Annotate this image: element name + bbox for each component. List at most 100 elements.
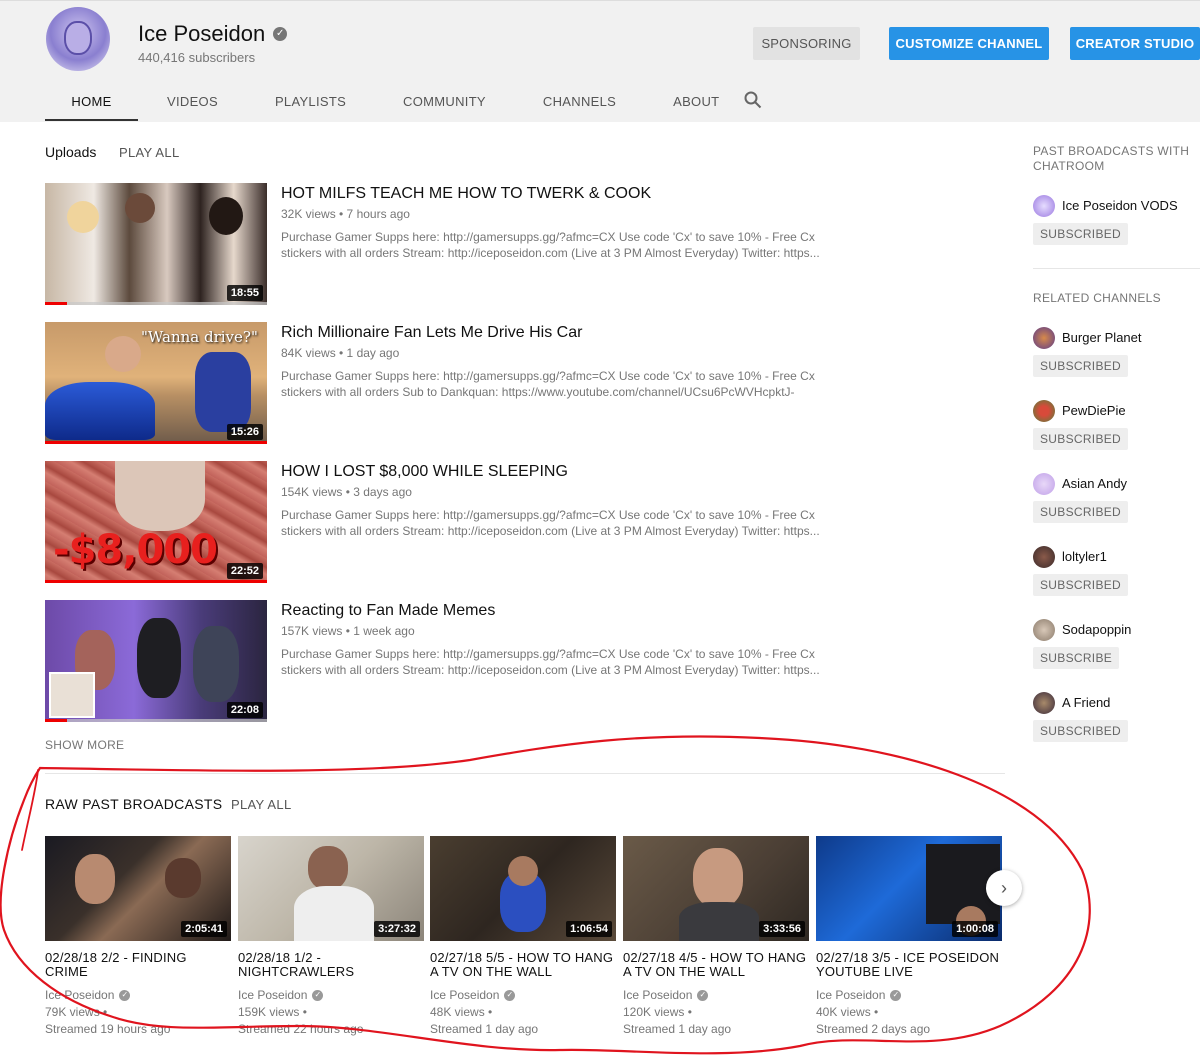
broadcast-thumbnail[interactable]: 2:05:41 [45, 836, 231, 941]
channel-link[interactable]: Ice Poseidon [238, 988, 307, 1002]
broadcast-channel[interactable]: Ice Poseidon ✓ [238, 988, 424, 1002]
video-title[interactable]: HOT MILFS TEACH ME HOW TO TWERK & COOK [281, 185, 651, 203]
broadcast-title[interactable]: 02/28/18 2/2 - FINDING CRIME [45, 951, 231, 979]
tab-videos[interactable]: VIDEOS [167, 83, 218, 121]
verified-icon: ✓ [273, 27, 288, 41]
subscriber-count: 440,416 subscribers [138, 50, 256, 65]
video-thumbnail[interactable]: 22:08 [45, 600, 267, 722]
video-duration: 22:08 [226, 702, 263, 718]
chevron-right-icon[interactable]: › [986, 870, 1022, 906]
broadcast-thumbnail[interactable]: 1:00:08 [816, 836, 1002, 941]
broadcast-channel[interactable]: Ice Poseidon ✓ [816, 988, 1002, 1002]
video-row[interactable]: -$8,000 22:52 HOW I LOST $8,000 WHILE SL… [45, 461, 825, 587]
video-duration: 15:26 [226, 424, 263, 440]
sidebar-channel-name[interactable]: PewDiePie [1062, 403, 1126, 418]
video-meta: 84K views • 1 day ago [281, 346, 400, 360]
tab-channels[interactable]: CHANNELS [543, 83, 616, 121]
broadcast-duration: 2:05:41 [181, 921, 227, 937]
subscribed-button[interactable]: SUBSCRIBED [1033, 428, 1129, 450]
customize-channel-button[interactable]: CUSTOMIZE CHANNEL [889, 27, 1049, 60]
broadcast-title[interactable]: 02/27/18 5/5 - HOW TO HANG A TV ON THE W… [430, 951, 616, 979]
channel-avatar[interactable] [1033, 400, 1055, 422]
broadcast-duration: 3:33:56 [759, 921, 805, 937]
video-duration: 22:52 [226, 563, 263, 579]
subscribed-button[interactable]: SUBSCRIBED [1033, 574, 1129, 596]
video-thumbnail[interactable]: "Wanna drive?" 15:26 [45, 322, 267, 444]
channel-avatar[interactable] [46, 7, 110, 71]
verified-icon: ✓ [119, 989, 131, 1001]
related-channels-heading: RELATED CHANNELS [1033, 291, 1161, 305]
show-more-button[interactable]: SHOW MORE [45, 738, 124, 752]
channel-avatar[interactable] [1033, 195, 1055, 217]
tab-community[interactable]: COMMUNITY [403, 83, 486, 121]
verified-icon: ✓ [890, 989, 902, 1001]
channel-avatar[interactable] [1033, 327, 1055, 349]
video-thumbnail[interactable]: 18:55 [45, 183, 267, 305]
sponsoring-button[interactable]: SPONSORING [753, 27, 860, 60]
video-thumbnail[interactable]: -$8,000 22:52 [45, 461, 267, 583]
uploads-title[interactable]: Uploads [45, 144, 96, 160]
broadcast-thumbnail[interactable]: 3:33:56 [623, 836, 809, 941]
video-row[interactable]: 22:08 Reacting to Fan Made Memes 157K vi… [45, 600, 825, 726]
tab-about[interactable]: ABOUT [673, 83, 719, 121]
channel-title: Ice Poseidon ✓ [138, 21, 288, 47]
broadcast-card[interactable]: 2:05:41 02/28/18 2/2 - FINDING CRIME Ice… [45, 836, 231, 1036]
subscribed-button[interactable]: SUBSCRIBED [1033, 223, 1129, 245]
uploads-play-all[interactable]: PLAY ALL [119, 145, 179, 160]
broadcast-thumbnail[interactable]: 1:06:54 [430, 836, 616, 941]
broadcast-channel[interactable]: Ice Poseidon ✓ [45, 988, 231, 1002]
video-title[interactable]: Rich Millionaire Fan Lets Me Drive His C… [281, 324, 582, 342]
channel-link[interactable]: Ice Poseidon [45, 988, 114, 1002]
channel-avatar[interactable] [1033, 546, 1055, 568]
broadcast-card[interactable]: 3:27:32 02/28/18 1/2 - NIGHTCRAWLERS Ice… [238, 836, 424, 1036]
sidebar-channel-name[interactable]: Burger Planet [1062, 330, 1142, 345]
broadcast-duration: 1:00:08 [952, 921, 998, 937]
broadcast-card[interactable]: 1:06:54 02/27/18 5/5 - HOW TO HANG A TV … [430, 836, 616, 1036]
section-divider [45, 773, 1005, 774]
subscribed-button[interactable]: SUBSCRIBED [1033, 501, 1129, 523]
broadcast-title[interactable]: 02/27/18 3/5 - ICE POSEIDON YOUTUBE LIVE [816, 951, 1002, 979]
subscribed-button[interactable]: SUBSCRIBED [1033, 720, 1129, 742]
broadcasts-play-all[interactable]: PLAY ALL [231, 797, 291, 812]
channel-link[interactable]: Ice Poseidon [623, 988, 692, 1002]
video-description: Purchase Gamer Supps here: http://gamers… [281, 508, 820, 538]
broadcast-channel[interactable]: Ice Poseidon ✓ [623, 988, 809, 1002]
broadcasts-title[interactable]: RAW PAST BROADCASTS [45, 796, 222, 812]
channel-link[interactable]: Ice Poseidon [430, 988, 499, 1002]
subscribe-button[interactable]: SUBSCRIBE [1033, 647, 1120, 669]
sidebar-channel-name[interactable]: loltyler1 [1062, 549, 1107, 564]
thumbnail-caption: "Wanna drive?" [141, 328, 258, 346]
channel-avatar[interactable] [1033, 692, 1055, 714]
sidebar-channel-name[interactable]: A Friend [1062, 695, 1110, 710]
search-icon[interactable] [744, 91, 762, 109]
video-row[interactable]: 18:55 HOT MILFS TEACH ME HOW TO TWERK & … [45, 183, 825, 309]
thumbnail-caption: -$8,000 [53, 527, 218, 573]
broadcast-title[interactable]: 02/28/18 1/2 - NIGHTCRAWLERS [238, 951, 424, 979]
sidebar-channel-name[interactable]: Sodapoppin [1062, 622, 1131, 637]
broadcast-date: Streamed 2 days ago [816, 1022, 931, 1036]
sidebar-divider [1033, 268, 1200, 269]
broadcast-card[interactable]: 1:00:08 02/27/18 3/5 - ICE POSEIDON YOUT… [816, 836, 1002, 1036]
channel-link[interactable]: Ice Poseidon [816, 988, 885, 1002]
video-row[interactable]: "Wanna drive?" 15:26 Rich Millionaire Fa… [45, 322, 825, 448]
video-meta: 32K views • 7 hours ago [281, 207, 410, 221]
broadcast-channel[interactable]: Ice Poseidon ✓ [430, 988, 616, 1002]
channel-header: Ice Poseidon ✓ 440,416 subscribers SPONS… [0, 0, 1200, 122]
broadcast-title[interactable]: 02/27/18 4/5 - HOW TO HANG A TV ON THE W… [623, 951, 809, 979]
tab-playlists[interactable]: PLAYLISTS [275, 83, 346, 121]
broadcast-date: Streamed 1 day ago [623, 1022, 732, 1036]
channel-avatar[interactable] [1033, 619, 1055, 641]
video-title[interactable]: HOW I LOST $8,000 WHILE SLEEPING [281, 463, 568, 481]
subscribed-button[interactable]: SUBSCRIBED [1033, 355, 1129, 377]
channel-avatar[interactable] [1033, 473, 1055, 495]
broadcast-thumbnail[interactable]: 3:27:32 [238, 836, 424, 941]
sidebar-channel-name[interactable]: Asian Andy [1062, 476, 1127, 491]
verified-icon: ✓ [312, 989, 324, 1001]
tab-home[interactable]: HOME [45, 83, 138, 121]
watch-progress [45, 441, 267, 444]
broadcast-views: 79K views • [45, 1005, 108, 1019]
video-title[interactable]: Reacting to Fan Made Memes [281, 602, 495, 620]
sidebar-channel-name[interactable]: Ice Poseidon VODS [1062, 198, 1178, 213]
creator-studio-button[interactable]: CREATOR STUDIO [1070, 27, 1200, 60]
broadcast-card[interactable]: 3:33:56 02/27/18 4/5 - HOW TO HANG A TV … [623, 836, 809, 1036]
